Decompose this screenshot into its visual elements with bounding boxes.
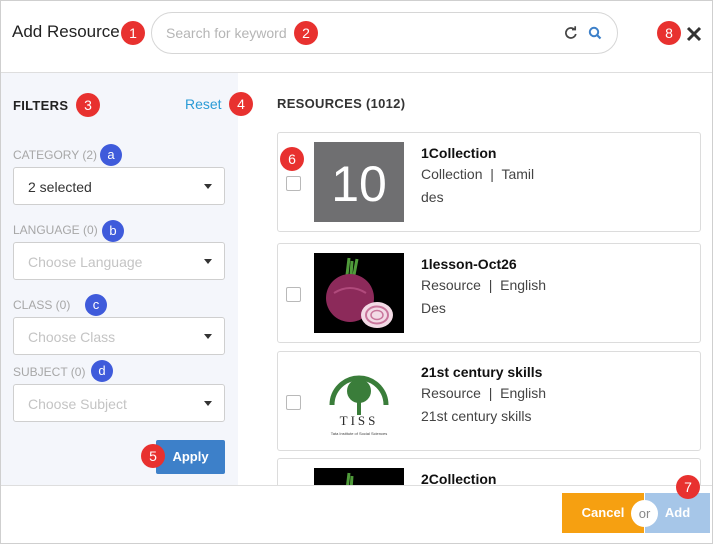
search-box[interactable] (151, 12, 618, 54)
resource-thumbnail: 10 (314, 142, 404, 222)
add-resource-modal: Add Resource FILTERS Reset CATEGORY (2) … (0, 0, 713, 544)
resource-type: Resource (421, 277, 481, 293)
tiss-logo: TISS Tata Institute of Social Sciences (329, 375, 389, 436)
filters-sidebar: FILTERS Reset CATEGORY (2) 2 selected LA… (1, 73, 238, 485)
modal-footer: Cancel or Add (1, 485, 712, 543)
category-select-value: 2 selected (28, 179, 92, 195)
apply-button[interactable]: Apply (156, 440, 225, 474)
subject-select-value: Choose Subject (28, 396, 127, 412)
resource-language: English (500, 277, 547, 293)
close-icon[interactable] (685, 25, 703, 43)
annotation-marker-4: 4 (229, 92, 253, 116)
resource-name: 2Collection (421, 471, 497, 485)
search-input[interactable] (166, 23, 546, 43)
resources-title: RESOURCES (1012) (277, 96, 406, 111)
filters-title: FILTERS (13, 98, 69, 113)
onion-image (346, 472, 354, 485)
category-select[interactable]: 2 selected (13, 167, 225, 205)
resource-thumbnail (314, 253, 404, 333)
language-label: LANGUAGE (0) (13, 223, 98, 237)
resource-description: Des (421, 300, 446, 316)
subject-label: SUBJECT (0) (13, 365, 86, 379)
resource-meta: Collection | Tamil (421, 166, 535, 182)
annotation-marker-7: 7 (676, 475, 700, 499)
resource-description: 21st century skills (421, 408, 532, 424)
class-select-value: Choose Class (28, 329, 116, 345)
search-icon[interactable] (586, 24, 604, 42)
annotation-marker-a: a (100, 144, 122, 166)
select-checkbox[interactable] (286, 287, 301, 302)
refresh-icon[interactable] (562, 24, 580, 42)
annotation-marker-d: d (91, 360, 113, 382)
resource-thumbnail: TISS Tata Institute of Social Sciences (314, 361, 404, 441)
annotation-marker-2: 2 (294, 21, 318, 45)
logo-caption: Tata Institute of Social Sciences (331, 431, 387, 436)
category-label: CATEGORY (2) (13, 148, 98, 162)
annotation-marker-c: c (85, 294, 107, 316)
resource-card[interactable]: 1lesson-Oct26 Resource | English Des (277, 243, 701, 343)
annotation-marker-b: b (102, 220, 124, 242)
annotation-marker-5: 5 (141, 444, 165, 468)
annotation-marker-8: 8 (657, 21, 681, 45)
resources-list: 10 1Collection Collection | Tamil des 1l… (277, 132, 701, 485)
resource-type: Collection (421, 166, 483, 182)
class-label: CLASS (0) (13, 298, 71, 312)
subject-select[interactable]: Choose Subject (13, 384, 225, 422)
resource-description: des (421, 189, 444, 205)
onion-image (326, 257, 393, 328)
resource-name: 1Collection (421, 145, 497, 161)
resource-name: 21st century skills (421, 364, 543, 380)
resource-meta: Resource | English (421, 385, 547, 401)
caret-down-icon (204, 401, 212, 406)
language-select-value: Choose Language (28, 254, 143, 270)
resource-card[interactable]: 10 1Collection Collection | Tamil des (277, 132, 701, 232)
thumbnail-number: 10 (331, 156, 387, 212)
resource-card[interactable]: 2Collection (277, 458, 701, 485)
annotation-marker-3: 3 (76, 93, 100, 117)
resource-language: English (500, 385, 547, 401)
modal-title: Add Resource (12, 22, 120, 41)
resource-card[interactable]: TISS Tata Institute of Social Sciences 2… (277, 351, 701, 451)
resource-meta: Resource | English (421, 277, 547, 293)
caret-down-icon (204, 334, 212, 339)
resource-language: Tamil (501, 166, 535, 182)
caret-down-icon (204, 259, 212, 264)
resource-name: 1lesson-Oct26 (421, 256, 517, 272)
resource-type: Resource (421, 385, 481, 401)
resource-thumbnail (314, 468, 404, 485)
class-select[interactable]: Choose Class (13, 317, 225, 355)
logo-text: TISS (340, 413, 379, 428)
or-separator: or (631, 500, 658, 527)
annotation-marker-1: 1 (121, 21, 145, 45)
modal-header: Add Resource (1, 1, 712, 73)
caret-down-icon (204, 184, 212, 189)
select-checkbox[interactable] (286, 176, 301, 191)
reset-link[interactable]: Reset (185, 96, 222, 112)
annotation-marker-6: 6 (280, 147, 304, 171)
language-select[interactable]: Choose Language (13, 242, 225, 280)
select-checkbox[interactable] (286, 395, 301, 410)
